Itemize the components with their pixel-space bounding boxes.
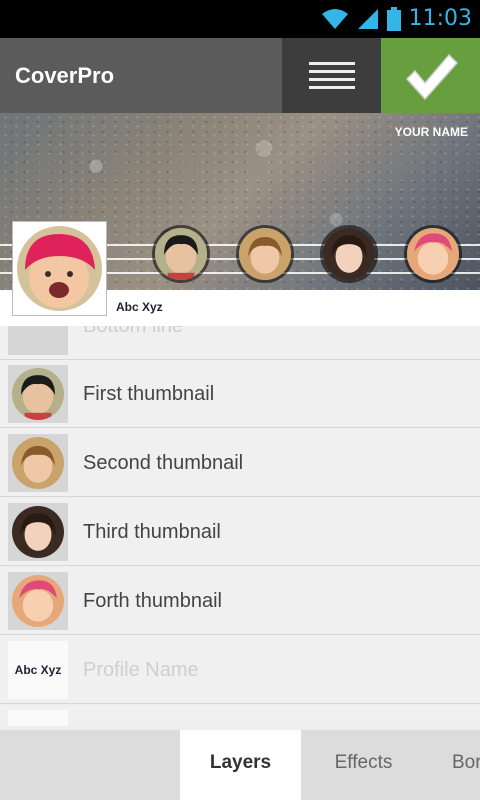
profile-picture[interactable] xyxy=(12,221,107,316)
layer-thumbnail xyxy=(8,434,68,492)
layer-thumbnail xyxy=(8,710,68,726)
child-photo xyxy=(12,437,64,489)
cover-thumbnail-3 xyxy=(320,225,378,283)
profile-photo xyxy=(17,226,102,311)
status-icons: 11:03 xyxy=(321,6,472,32)
child-photo xyxy=(155,228,207,280)
cover-thumbnail-4 xyxy=(404,225,462,283)
layer-label: First thumbnail xyxy=(83,383,215,405)
profile-name-preview: Abc Xyz xyxy=(14,663,62,677)
status-bar: 11:03 xyxy=(0,0,480,38)
child-photo xyxy=(407,228,459,280)
layer-label: Bottom line xyxy=(83,326,184,337)
layer-label: Forth thumbnail xyxy=(83,590,222,612)
menu-icon xyxy=(308,61,355,89)
bottom-tab-bar: Layers Effects Bor xyxy=(0,730,480,800)
layer-row-partial[interactable] xyxy=(0,705,480,726)
layer-row-bottom-line[interactable]: Bottom line xyxy=(0,326,480,360)
clock: 11:03 xyxy=(408,6,472,31)
checkmark-icon xyxy=(405,53,458,100)
profile-caption: Abc Xyz xyxy=(116,300,163,314)
layer-thumbnail xyxy=(8,572,68,630)
baby-photo xyxy=(17,226,102,311)
cover-name-text: YOUR NAME xyxy=(394,125,468,139)
child-photo xyxy=(12,575,64,627)
layer-label: Profile Name xyxy=(83,659,199,681)
child-photo xyxy=(12,506,64,558)
tab-borders[interactable]: Bor xyxy=(426,730,480,800)
cover-thumbnail-2 xyxy=(236,225,294,283)
layer-label: Second thumbnail xyxy=(83,452,244,474)
layers-list[interactable]: Bottom line First thumbnail Second thumb… xyxy=(0,326,480,726)
app-title: CoverPro xyxy=(15,63,115,88)
action-bar: CoverPro xyxy=(0,38,480,113)
child-photo xyxy=(323,228,375,280)
layer-label: Third thumbnail xyxy=(83,521,221,543)
tab-layers[interactable]: Layers xyxy=(180,730,301,800)
layer-thumbnail xyxy=(8,503,68,561)
child-photo xyxy=(239,228,291,280)
cover-thumbnail-1 xyxy=(152,225,210,283)
layer-row-second-thumbnail[interactable]: Second thumbnail xyxy=(0,429,480,497)
layer-row-profile-name[interactable]: Abc Xyz Profile Name xyxy=(0,636,480,704)
layer-row-third-thumbnail[interactable]: Third thumbnail xyxy=(0,498,480,566)
child-photo xyxy=(12,368,64,420)
wifi-icon xyxy=(321,9,348,29)
confirm-button[interactable] xyxy=(381,38,480,113)
layer-thumbnail xyxy=(8,326,68,355)
layer-row-first-thumbnail[interactable]: First thumbnail xyxy=(0,360,480,428)
tab-effects[interactable]: Effects xyxy=(301,730,426,800)
layer-row-forth-thumbnail[interactable]: Forth thumbnail xyxy=(0,567,480,635)
layer-thumbnail: Abc Xyz xyxy=(8,641,68,699)
layer-thumbnail xyxy=(8,365,68,423)
battery-icon xyxy=(386,7,401,31)
menu-button[interactable] xyxy=(282,38,381,113)
signal-icon xyxy=(357,9,378,29)
